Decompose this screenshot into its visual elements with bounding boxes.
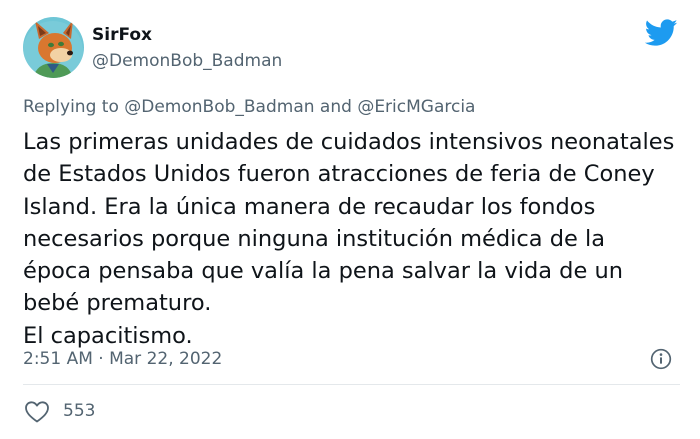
heart-icon[interactable] [24, 400, 50, 424]
tweet-text: Las primeras unidades de cuidados intens… [23, 126, 691, 352]
tweet-text-line: de Estados Unidos fueron atracciones de … [23, 161, 655, 188]
tweet-text-line: Las primeras unidades de cuidados intens… [23, 129, 675, 155]
replying-to-line: Replying to @DemonBob_Badman and @EricMG… [23, 97, 475, 117]
avatar[interactable] [23, 17, 84, 78]
tweet-text-line: necesarios porque ninguna institución mé… [23, 225, 606, 252]
fox-avatar-icon [23, 17, 84, 78]
tweet-timestamp[interactable]: 2:51 AM · Mar 22, 2022 [23, 349, 222, 369]
info-icon[interactable] [650, 348, 672, 370]
display-name[interactable]: SirFox [92, 25, 152, 45]
divider [23, 384, 680, 385]
tweet-text-line: bebé prematuro. [23, 290, 212, 317]
tweet-text-line: El capacitismo. [23, 322, 193, 349]
tweet-text-line: época pensaba que valía la pena salvar l… [23, 258, 623, 285]
mention-link-demonbob[interactable]: @DemonBob_Badman [124, 97, 314, 117]
tweet-text-line: Island. Era la única manera de recaudar … [23, 193, 596, 220]
replying-to-label: Replying to [23, 97, 125, 117]
user-handle[interactable]: @DemonBob_Badman [92, 51, 282, 71]
like-count: 553 [63, 401, 96, 421]
replying-to-connector: and [314, 97, 358, 117]
twitter-bird-icon[interactable] [644, 18, 678, 48]
mention-link-ericmgarcia[interactable]: @EricMGarcia [357, 97, 475, 117]
